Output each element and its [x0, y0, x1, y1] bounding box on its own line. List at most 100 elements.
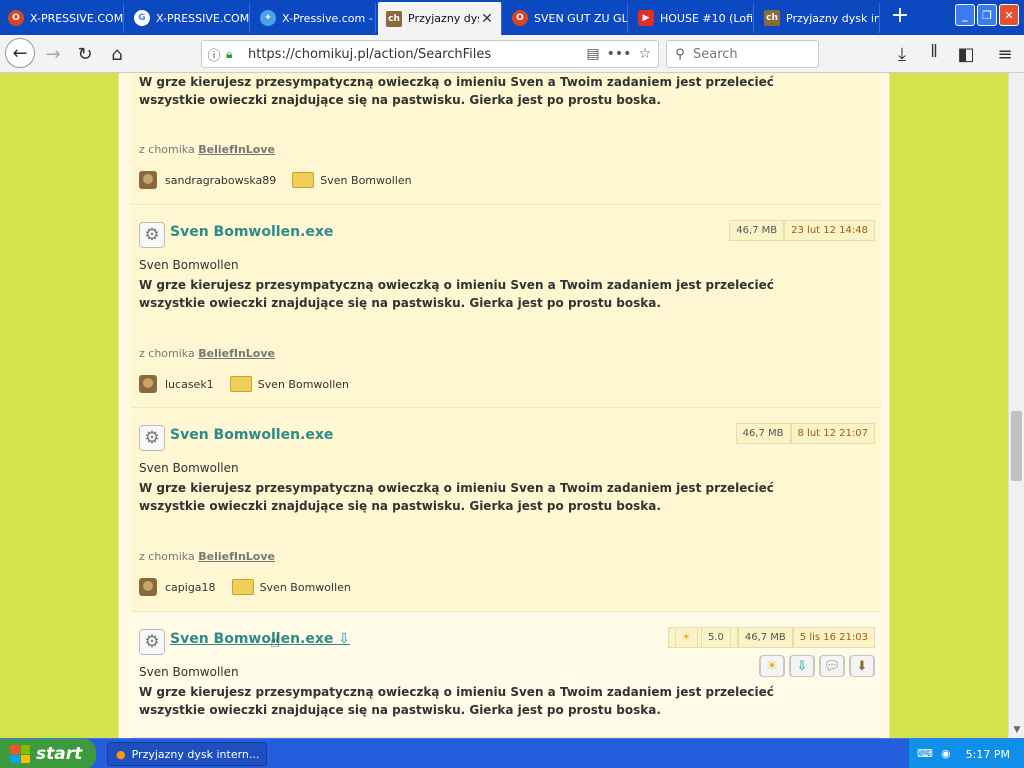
owner-row: capiga18 Sven Bomwollen — [139, 578, 351, 596]
folder-icon — [231, 579, 254, 595]
clock: 5:17 PM — [965, 747, 1010, 761]
file-meta: 46,7 MB 23 lut 12 14:48 — [729, 220, 875, 241]
tab-label: X-Pressive.com - — [282, 11, 373, 25]
tab-2[interactable]: ✦ X-Pressive.com - — [252, 3, 376, 33]
reader-view-icon[interactable]: ▤ — [580, 46, 606, 62]
result-item-hovered: ⚙ Sven Bomwollen.exe ⇩ ☀ 5.0 46,7 MB 5 l… — [131, 613, 881, 738]
folder-name[interactable]: Sven Bomwollen — [320, 174, 411, 187]
home-icon: ⌂ — [111, 43, 123, 65]
download-button[interactable]: ⇩ — [789, 655, 815, 677]
info-icon[interactable]: ⓘ — [202, 45, 226, 64]
minimize-button[interactable]: _ — [955, 4, 975, 26]
firefox-icon: ● — [116, 747, 126, 761]
google-icon: G — [134, 10, 150, 26]
system-tray: ⌨ ◉ 5:17 PM — [908, 739, 1024, 768]
file-date: 8 lut 12 21:07 — [790, 423, 875, 444]
scrollbar-thumb[interactable] — [1011, 411, 1022, 481]
taskbar-item-firefox[interactable]: ● Przyjazny dysk intern... — [107, 742, 267, 766]
file-title: Sven Bomwollen — [139, 461, 239, 475]
tab-4[interactable]: O SVEN GUT ZU GL — [504, 3, 628, 33]
folder-name[interactable]: Sven Bomwollen — [258, 378, 349, 391]
tab-0[interactable]: O X-PRESSIVE.COM — [0, 3, 124, 33]
page-scrollbar[interactable]: ▼ — [1008, 73, 1024, 738]
windows-flag-icon — [10, 745, 30, 763]
chomik-add-icon: ⬇ — [850, 655, 874, 677]
avatar[interactable] — [139, 578, 157, 596]
tab-1[interactable]: G X-PRESSIVE.COM — [126, 3, 250, 33]
file-name-link[interactable]: Sven Bomwollen.exe — [170, 427, 333, 443]
close-tab-icon[interactable]: ✕ — [479, 11, 495, 27]
file-size: 46,7 MB — [729, 220, 785, 241]
chomik-link[interactable]: BeliefInLove — [198, 347, 275, 360]
new-tab-button[interactable]: + — [886, 4, 914, 30]
tab-strip: O X-PRESSIVE.COM G X-PRESSIVE.COM ✦ X-Pr… — [0, 0, 1024, 35]
file-meta: ☀ 5.0 46,7 MB 5 lis 16 21:03 — [667, 627, 875, 648]
sidebar-button[interactable]: ◧ — [953, 41, 979, 67]
download-arrow-icon: ⇩ — [790, 655, 814, 677]
chomikuj-icon: ch — [386, 10, 402, 27]
download-arrow-icon[interactable]: ⇩ — [338, 631, 350, 647]
arrow-right-icon: → — [45, 43, 61, 65]
home-button[interactable]: ⌂ — [104, 41, 130, 67]
back-button[interactable]: ← — [5, 38, 35, 68]
file-size: 46,7 MB — [735, 423, 791, 444]
avatar[interactable] — [139, 375, 157, 393]
library-button[interactable]: 𝍪 — [921, 41, 947, 67]
comment-button[interactable]: 💬︎ — [819, 655, 845, 677]
folder-icon — [292, 172, 315, 188]
rate-button[interactable]: ☀ — [759, 655, 785, 677]
from-chomik: z chomika BeliefInLove — [139, 143, 275, 156]
file-name-link[interactable]: Sven Bomwollen.exe — [170, 224, 333, 240]
exe-file-icon: ⚙ — [139, 425, 165, 451]
from-chomik: z chomika BeliefInLove — [139, 550, 275, 563]
downloads-button[interactable]: ⤓ — [889, 41, 915, 67]
result-item: W grze kierujesz przesympatyczną owieczk… — [131, 73, 881, 205]
close-window-button[interactable]: ✕ — [999, 4, 1019, 26]
opera-icon: O — [512, 10, 528, 26]
owner-row: lucasek1 Sven Bomwollen — [139, 375, 349, 393]
chomikuj-icon: ch — [764, 10, 780, 26]
reload-button[interactable]: ↻ — [72, 41, 98, 67]
tab-3-active[interactable]: ch Przyjazny dysk ✕ — [378, 2, 502, 35]
maximize-button[interactable]: ❐ — [977, 4, 997, 26]
hand-cursor-icon: ☝ — [270, 632, 280, 651]
avatar[interactable] — [139, 171, 157, 189]
file-title: Sven Bomwollen — [139, 258, 239, 272]
file-size: 46,7 MB — [737, 627, 793, 648]
file-description: W grze kierujesz przesympatyczną owieczk… — [139, 685, 774, 717]
owner-row: sandragrabowska89 Sven Bomwollen — [139, 171, 412, 189]
chomik-link[interactable]: BeliefInLove — [198, 550, 275, 563]
opera-icon: O — [8, 10, 24, 26]
firefox-tray-icon[interactable]: ◉ — [941, 747, 957, 761]
file-rating: ☀ 5.0 — [667, 627, 738, 648]
search-input[interactable]: ⚲ Search — [666, 40, 819, 68]
chomik-link[interactable]: BeliefInLove — [198, 143, 275, 156]
result-item: ⚙ Sven Bomwollen.exe 46,7 MB 8 lut 12 21… — [131, 409, 881, 612]
page-actions-icon[interactable]: ••• — [606, 46, 632, 62]
youtube-icon: ▶ — [638, 10, 654, 26]
keyboard-icon[interactable]: ⌨ — [917, 747, 933, 761]
forward-button[interactable]: → — [40, 41, 66, 67]
download-icon: ⤓ — [898, 43, 906, 65]
tab-5[interactable]: ▶ HOUSE #10 (Lofi — [630, 3, 754, 33]
tab-label: X-PRESSIVE.COM — [156, 11, 249, 25]
copy-to-chomik-button[interactable]: ⬇ — [849, 655, 875, 677]
sun-icon: ☀ — [760, 655, 784, 677]
owner-name[interactable]: sandragrabowska89 — [165, 174, 276, 187]
bookmark-star-icon[interactable]: ☆ — [632, 46, 658, 62]
owner-name[interactable]: capiga18 — [165, 581, 216, 594]
folder-name[interactable]: Sven Bomwollen — [260, 581, 351, 594]
sidebar-icon: ◧ — [957, 43, 975, 65]
file-description: W grze kierujesz przesympatyczną owieczk… — [139, 75, 774, 107]
url-bar[interactable]: ⓘ 🔒︎ https://chomikuj.pl/action/SearchFi… — [201, 40, 659, 68]
file-description: W grze kierujesz przesympatyczną owieczk… — [139, 481, 774, 513]
sun-rating-icon: ☀ — [674, 627, 698, 648]
start-button[interactable]: start — [0, 739, 96, 768]
menu-button[interactable]: ≡ — [992, 41, 1018, 67]
tab-6[interactable]: ch Przyjazny dysk in — [756, 3, 880, 33]
url-text[interactable]: https://chomikuj.pl/action/SearchFiles — [244, 47, 580, 62]
scroll-down-icon[interactable]: ▼ — [1009, 722, 1024, 738]
owner-name[interactable]: lucasek1 — [165, 378, 214, 391]
search-results-panel: W grze kierujesz przesympatyczną owieczk… — [118, 73, 890, 738]
file-name-link[interactable]: Sven Bomwollen.exe ⇩ — [170, 631, 350, 647]
